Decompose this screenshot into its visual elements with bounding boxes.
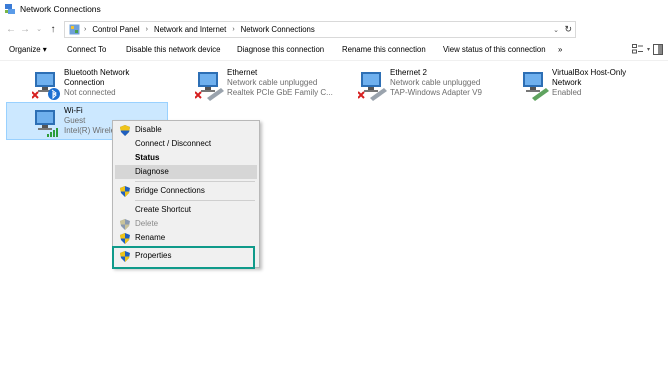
menu-item-diagnose[interactable]: Diagnose [115,165,257,179]
menu-item-status[interactable]: Status [113,151,259,165]
menu-item-label: Create Shortcut [135,205,192,214]
connection-ethernet-2[interactable]: Ethernet 2 Network cable unplugged TAP-W… [358,68,493,108]
connect-to-button[interactable]: Connect To [67,45,106,54]
connection-adapter: Intel(R) Wirele [64,126,116,135]
breadcrumb-control-panel[interactable]: Control Panel [92,25,139,34]
uac-shield-icon [120,233,130,244]
back-arrow-icon[interactable]: ← [4,22,18,36]
menu-item-connect-disconnect[interactable]: Connect / Disconnect [113,137,259,151]
connection-name-line2: Connection [64,78,105,87]
menu-item-label: Connect / Disconnect [135,139,212,148]
breadcrumb-separator-icon: › [232,26,235,33]
connection-adapter: Realtek PCIe GbE Family C... [227,88,333,97]
connection-bluetooth[interactable]: Bluetooth Network Connection Not connect… [32,68,162,108]
connection-status: Enabled [552,88,582,97]
ethernet-icon [195,72,224,101]
control-panel-icon [69,24,80,35]
navigation-bar: ← → ⌄ ↑ › Control Panel › Network and In… [0,18,668,40]
connection-status: Network cable unplugged [227,78,318,87]
title-bar: Network Connections [0,0,668,18]
connection-virtualbox[interactable]: VirtualBox Host-Only Network Enabled [520,68,660,108]
rename-connection-button[interactable]: Rename this connection [342,45,426,54]
uac-shield-icon [120,125,130,136]
forward-arrow-icon[interactable]: → [18,22,32,36]
menu-item-create-shortcut[interactable]: Create Shortcut [113,203,259,217]
window-title: Network Connections [20,4,101,14]
connection-status: Guest [64,116,86,125]
up-arrow-icon[interactable]: ↑ [46,22,60,36]
view-status-button[interactable]: View status of this connection [443,45,546,54]
connection-adapter: TAP-Windows Adapter V9 [390,88,482,97]
menu-separator [135,181,255,182]
menu-item-delete: Delete [113,217,259,231]
virtualbox-adapter-icon [523,72,549,101]
uac-shield-icon [120,186,130,197]
view-options-chevron-icon[interactable]: ▾ [647,46,650,53]
ethernet-icon [358,72,387,101]
organize-button[interactable]: Organize ▾ [9,45,47,54]
menu-item-label: Status [135,153,160,162]
menu-item-label: Disable [135,125,162,134]
connection-name: Ethernet 2 [390,68,427,77]
menu-item-bridge-connections[interactable]: Bridge Connections [113,184,259,198]
change-view-icon[interactable] [631,44,644,55]
menu-separator [135,200,255,201]
connection-name: Ethernet [227,68,258,77]
bluetooth-network-icon [32,72,60,100]
connection-name: Bluetooth Network [64,68,130,77]
more-commands-button[interactable]: » [558,45,562,54]
connection-name: Wi-Fi [64,106,83,115]
preview-pane-icon[interactable] [653,44,663,55]
breadcrumb-network-and-internet[interactable]: Network and Internet [154,25,226,34]
menu-item-label: Rename [135,233,166,242]
connection-name-line2: Network [552,78,582,87]
connection-name: VirtualBox Host-Only [552,68,627,77]
recent-locations-chevron-icon[interactable]: ⌄ [32,22,46,36]
properties-highlight-box [112,246,255,269]
network-connections-icon [5,4,15,14]
address-dropdown-icon[interactable]: ⌄ [553,26,559,34]
disable-device-button[interactable]: Disable this network device [126,45,220,54]
wifi-network-icon [35,110,58,137]
uac-shield-icon [120,219,130,230]
diagnose-connection-button[interactable]: Diagnose this connection [237,45,324,54]
menu-item-rename[interactable]: Rename [113,231,259,245]
menu-item-label: Bridge Connections [135,186,205,195]
breadcrumb-separator-icon: › [145,26,148,33]
breadcrumb-network-connections[interactable]: Network Connections [241,25,315,34]
connection-status: Network cable unplugged [390,78,481,87]
connection-status: Not connected [64,88,116,97]
menu-item-label: Delete [135,219,159,228]
command-bar: Organize ▾ Connect To Disable this netwo… [0,41,668,61]
breadcrumb-separator-icon: › [84,26,87,33]
refresh-icon[interactable]: ↻ [564,24,572,35]
menu-item-label: Diagnose [135,167,169,176]
connection-ethernet[interactable]: Ethernet Network cable unplugged Realtek… [195,68,333,108]
address-bar[interactable]: › Control Panel › Network and Internet ›… [64,21,576,38]
menu-item-disable[interactable]: Disable [113,123,259,137]
